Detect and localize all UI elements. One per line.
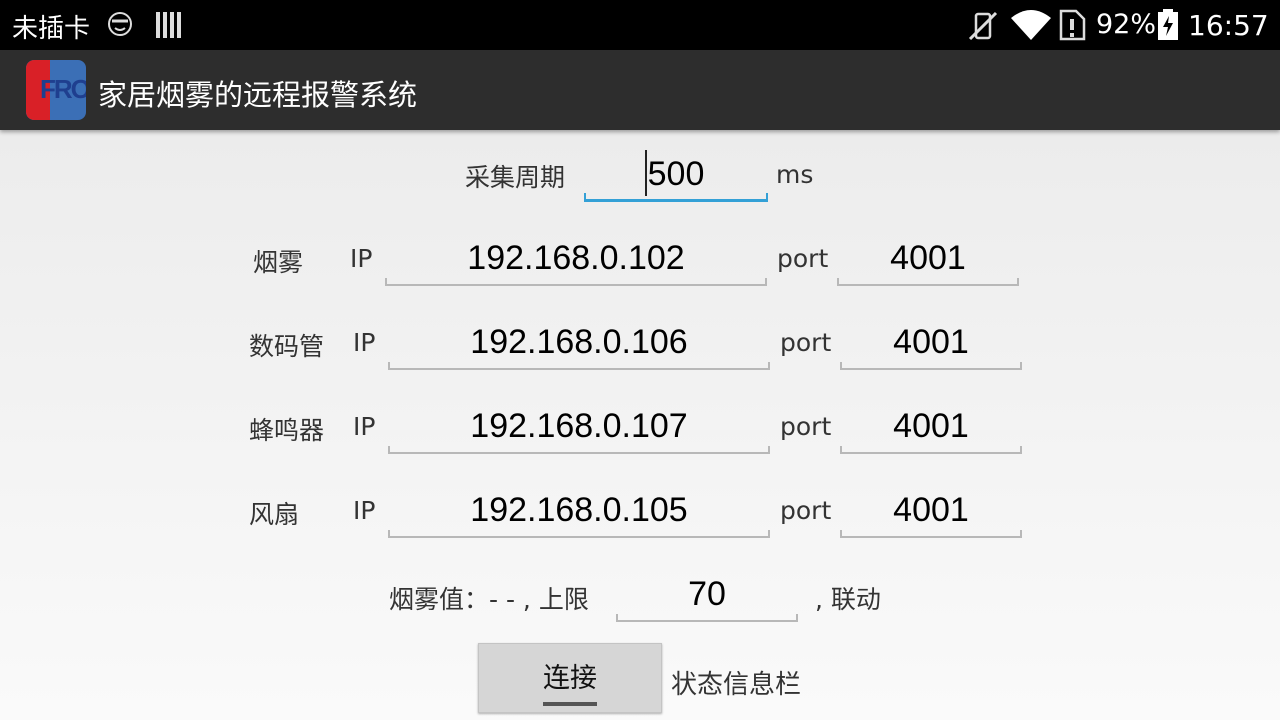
connect-button[interactable]: 连接	[478, 643, 662, 713]
port-label: port	[780, 328, 832, 357]
linkage-label: , 联动	[815, 585, 881, 614]
battery-percent: 92%	[1096, 9, 1157, 40]
display-ip-input[interactable]: 192.168.0.106	[388, 318, 770, 370]
port-label: port	[777, 244, 829, 273]
smiley-icon	[106, 10, 134, 42]
display-port-input[interactable]: 4001	[840, 318, 1022, 370]
device-name: 烟雾	[253, 248, 304, 277]
device-name: 数码管	[249, 332, 325, 361]
buzzer-ip-input[interactable]: 192.168.0.107	[388, 402, 770, 454]
period-label: 采集周期	[465, 163, 566, 192]
buzzer-port-input[interactable]: 4001	[840, 402, 1022, 454]
wifi-icon	[1010, 8, 1052, 46]
action-bar: FRO 家居烟雾的远程报警系统	[0, 50, 1280, 130]
port-label: port	[780, 412, 832, 441]
fan-ip-input[interactable]: 192.168.0.105	[388, 486, 770, 538]
period-unit: ms	[776, 160, 814, 189]
ip-label: IP	[353, 412, 376, 441]
port-label: port	[780, 496, 832, 525]
device-name: 风扇	[249, 500, 300, 529]
smoke-value-label: 烟雾值：- - , 上限	[389, 585, 589, 614]
carrier-text: 未插卡	[12, 14, 91, 44]
app-logo-icon[interactable]: FRO	[26, 60, 86, 120]
smoke-ip-input[interactable]: 192.168.0.102	[385, 234, 767, 286]
status-bar: 未插卡 92% 16:57	[0, 0, 1280, 50]
vibrate-off-icon	[966, 9, 1000, 47]
ip-label: IP	[353, 496, 376, 525]
battery-charging-icon	[1156, 9, 1180, 45]
status-info-text: 状态信息栏	[671, 670, 802, 700]
app-title: 家居烟雾的远程报警系统	[98, 78, 418, 112]
sim-alert-icon	[1058, 9, 1086, 45]
storage-icon	[156, 12, 181, 38]
ip-label: IP	[353, 328, 376, 357]
fan-port-input[interactable]: 4001	[840, 486, 1022, 538]
clock-text: 16:57	[1188, 9, 1269, 42]
ip-label: IP	[350, 244, 373, 273]
smoke-port-input[interactable]: 4001	[837, 234, 1019, 286]
period-input[interactable]: 500	[584, 150, 768, 202]
smoke-limit-input[interactable]: 70	[616, 570, 798, 622]
device-name: 蜂鸣器	[249, 416, 325, 445]
